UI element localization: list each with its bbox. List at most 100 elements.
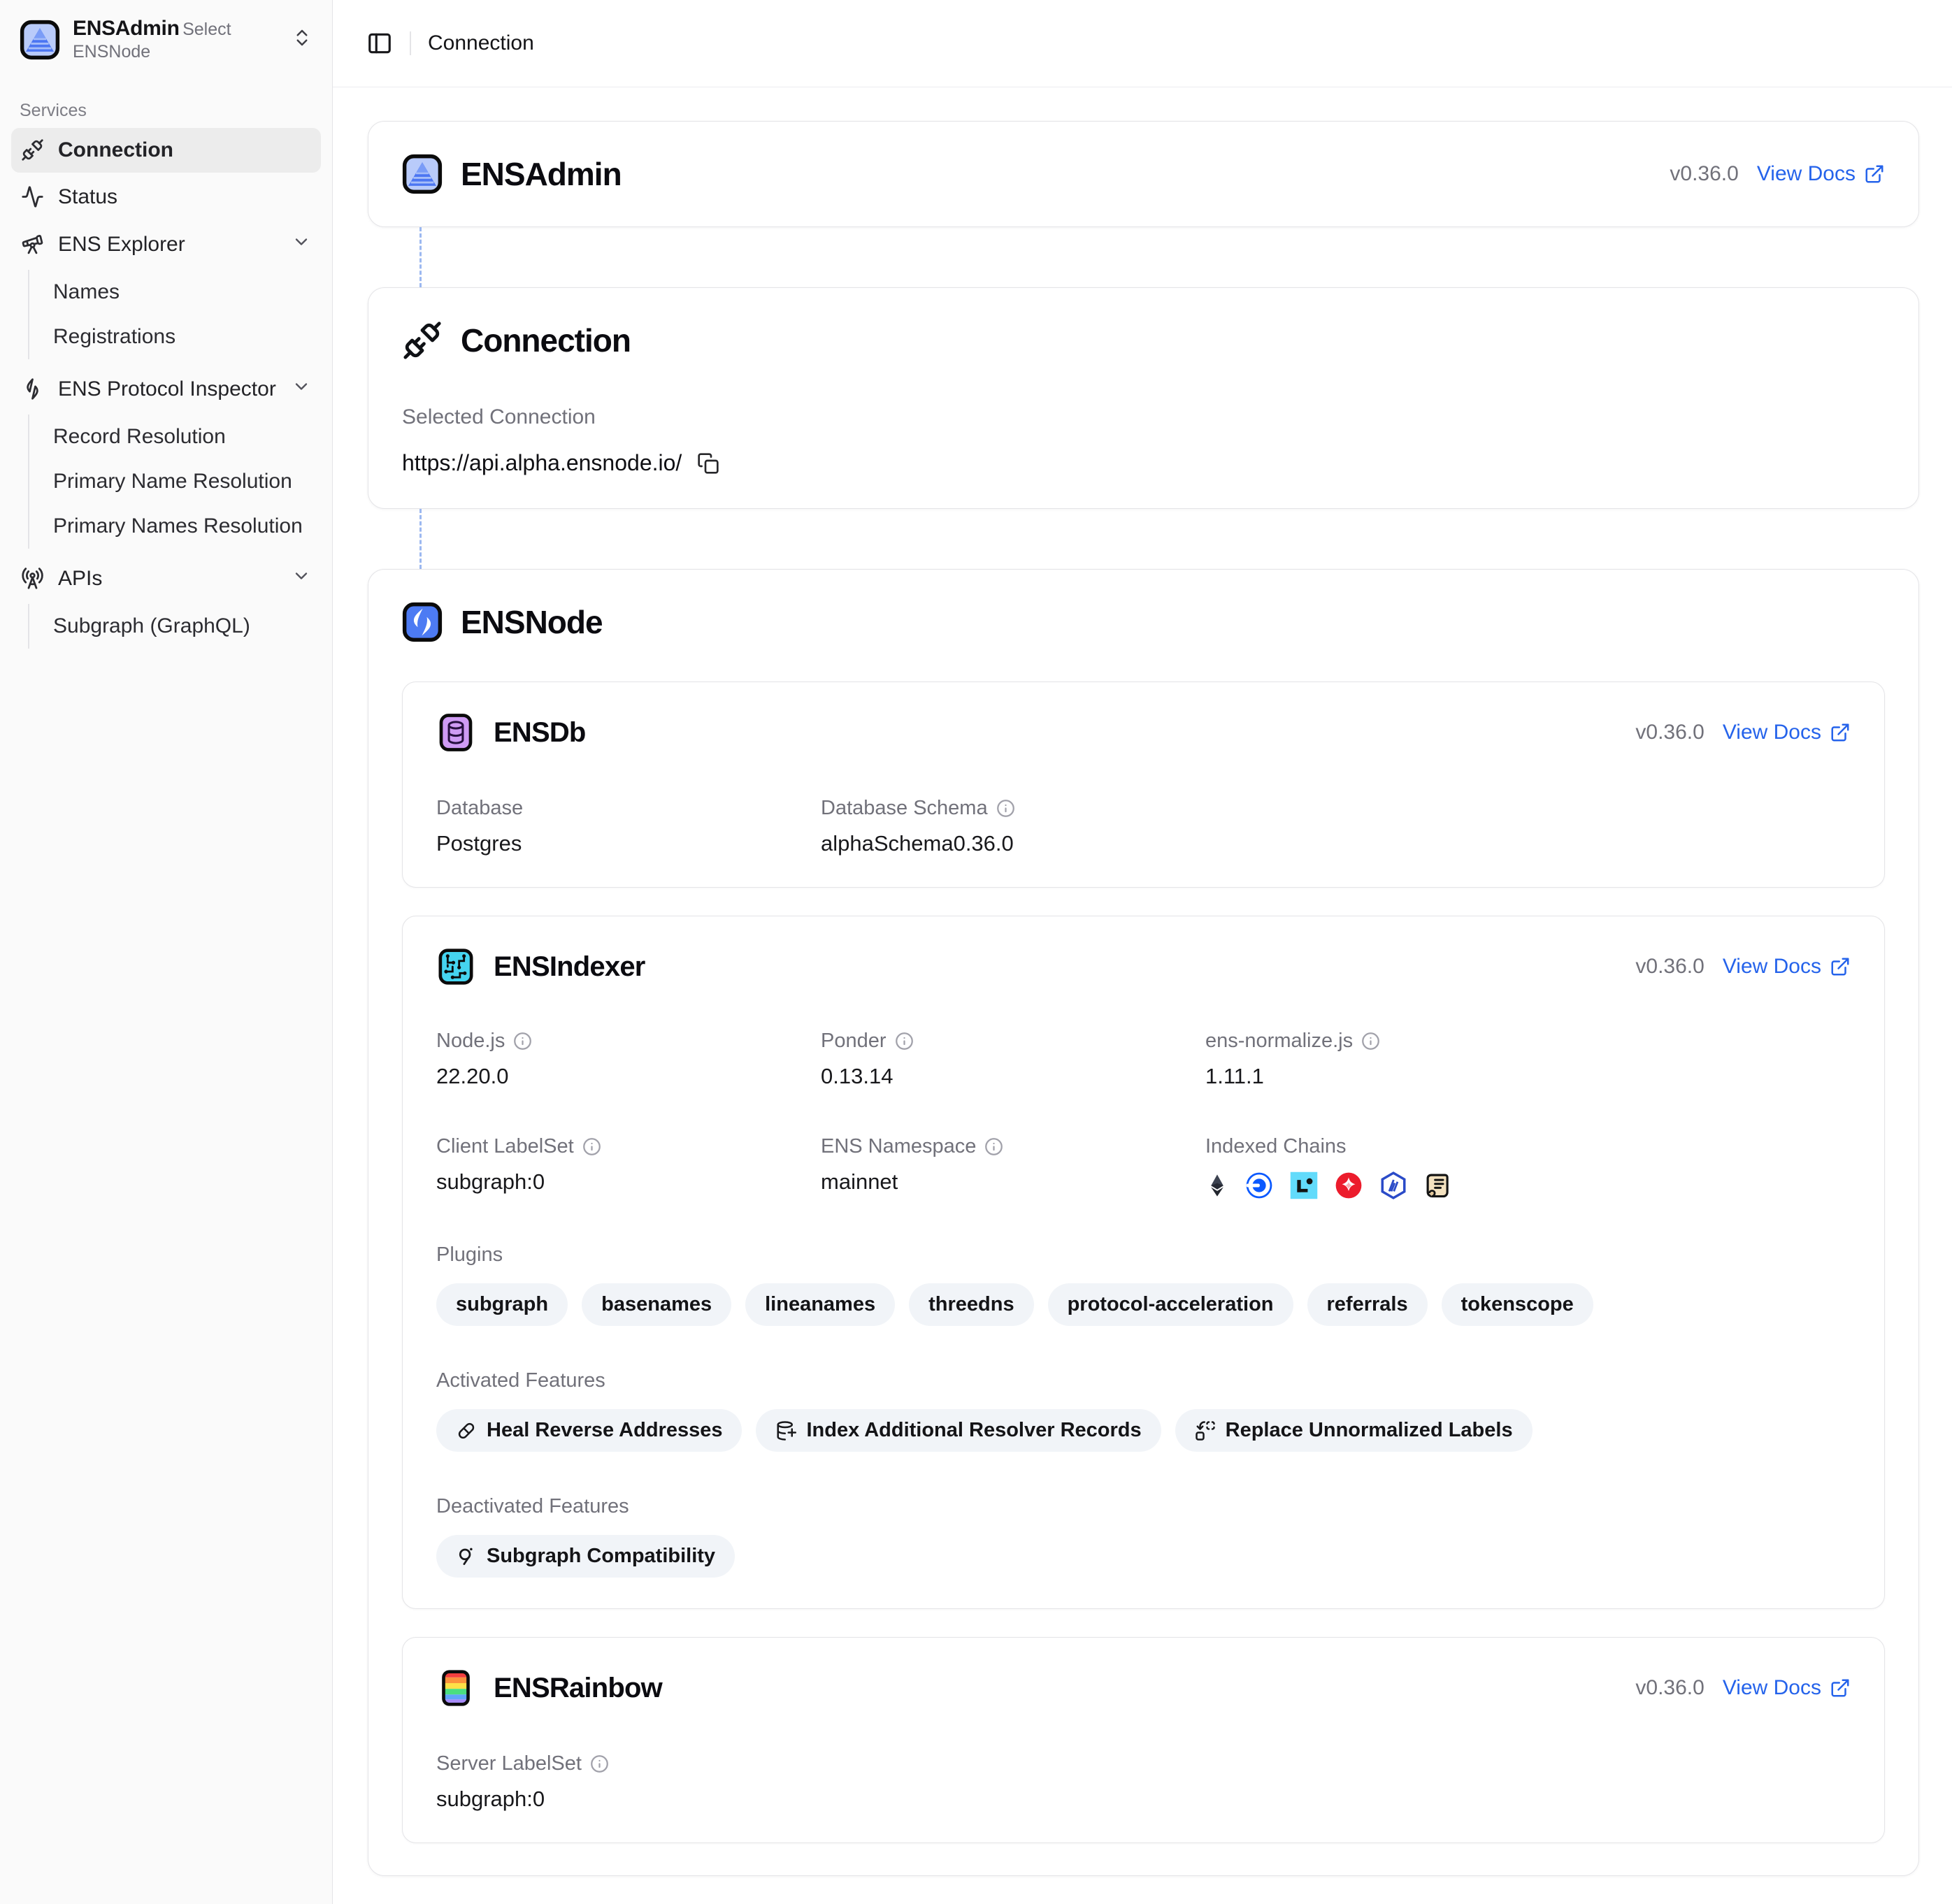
sidebar-item-ens-protocol-inspector[interactable]: ENS Protocol Inspector [11, 366, 321, 412]
field-label: ENS Namespace [821, 1135, 976, 1158]
sidebar: ENSAdmin Select ENSNode Services Connect… [0, 0, 333, 1904]
card-title: Connection [461, 322, 631, 359]
sidebar-item-label: ENS Explorer [58, 233, 185, 257]
version-badge: v0.36.0 [1670, 162, 1738, 186]
telescope-icon [21, 233, 44, 256]
plugin-badge: lineanames [745, 1283, 895, 1326]
info-icon[interactable] [984, 1137, 1003, 1156]
sidebar-item-primary-name-resolution[interactable]: Primary Name Resolution [43, 459, 321, 504]
sidebar-item-record-resolution[interactable]: Record Resolution [43, 414, 321, 459]
info-icon[interactable] [996, 799, 1015, 818]
field-value: subgraph:0 [436, 1169, 821, 1195]
card-title: ENSAdmin [461, 155, 622, 193]
sidebar-item-status[interactable]: Status [11, 175, 321, 219]
info-icon[interactable] [582, 1137, 601, 1156]
card-title: ENSRainbow [494, 1673, 662, 1704]
info-icon[interactable] [590, 1754, 609, 1773]
external-link-icon [1830, 722, 1851, 743]
app-name: ENSAdmin [73, 17, 180, 40]
activated-features-row: Heal Reverse Addresses Index Additional … [436, 1409, 1851, 1452]
view-docs-link[interactable]: View Docs [1757, 162, 1885, 186]
sidebar-item-apis[interactable]: APIs [11, 556, 321, 602]
plugin-badge: tokenscope [1442, 1283, 1593, 1326]
plugins-row: subgraph basenames lineanames threedns p… [436, 1283, 1851, 1326]
field-label: ens-normalize.js [1205, 1030, 1353, 1053]
replace-icon [1195, 1420, 1216, 1441]
plugins-label: Plugins [436, 1243, 1851, 1267]
info-icon[interactable] [513, 1032, 532, 1051]
field-label: Node.js [436, 1030, 505, 1053]
sidebar-item-registrations[interactable]: Registrations [43, 315, 321, 359]
feature-badge: Index Additional Resolver Records [756, 1409, 1161, 1452]
topbar-divider [410, 31, 411, 55]
version-badge: v0.36.0 [1635, 721, 1704, 744]
ensrainbow-logo-icon [436, 1668, 475, 1708]
base-chain-icon [1244, 1171, 1274, 1200]
app-root: ENSAdmin Select ENSNode Services Connect… [0, 0, 1952, 1904]
unplug-icon [402, 320, 443, 361]
ensindexer-logo-icon [436, 947, 475, 986]
bandage-icon [456, 1420, 477, 1441]
sidebar-item-names[interactable]: Names [43, 270, 321, 315]
sidebar-item-label: Status [58, 185, 117, 209]
info-icon[interactable] [1361, 1032, 1380, 1051]
feature-badge: Subgraph Compatibility [436, 1535, 735, 1578]
sidebar-item-subgraph-graphql[interactable]: Subgraph (GraphQL) [43, 604, 321, 649]
ensnode-logo-icon [402, 602, 443, 642]
sidebar-item-label: ENS Protocol Inspector [58, 377, 276, 401]
view-docs-link[interactable]: View Docs [1723, 721, 1851, 744]
ensnode-card: ENSNode ENSDb v0.36.0 View Docs [368, 569, 1919, 1876]
ensdb-logo-icon [436, 713, 475, 752]
optimism-chain-icon [1334, 1171, 1363, 1200]
indexed-chains-row [1205, 1171, 1851, 1200]
scroll-chain-icon [1423, 1171, 1453, 1200]
view-docs-label: View Docs [1723, 721, 1821, 744]
radio-tower-icon [21, 567, 44, 590]
feature-badge-label: Replace Unnormalized Labels [1226, 1419, 1513, 1442]
plugin-badge: protocol-acceleration [1048, 1283, 1293, 1326]
feature-badge-label: Subgraph Compatibility [487, 1545, 715, 1568]
ensnode-selector[interactable]: ENSAdmin Select ENSNode [11, 10, 321, 70]
chevron-down-icon [292, 232, 311, 257]
sidebar-section-label: Services [20, 101, 313, 121]
view-docs-link[interactable]: View Docs [1723, 955, 1851, 979]
activity-icon [21, 185, 44, 208]
field-server-labelset: Server LabelSet subgraph:0 [436, 1752, 821, 1812]
graph-icon [456, 1546, 477, 1567]
ens-explorer-children: Names Registrations [28, 270, 321, 359]
external-link-icon [1830, 956, 1851, 977]
external-link-icon [1830, 1678, 1851, 1699]
field-client-labelset: Client LabelSet subgraph:0 [436, 1135, 821, 1200]
chevron-down-icon [292, 566, 311, 591]
sidebar-item-primary-names-resolution[interactable]: Primary Names Resolution [43, 504, 321, 549]
plugin-badge: referrals [1307, 1283, 1428, 1326]
sidebar-item-label: APIs [58, 567, 102, 591]
sidebar-item-ens-explorer[interactable]: ENS Explorer [11, 222, 321, 268]
arbitrum-chain-icon [1379, 1171, 1408, 1200]
apis-children: Subgraph (GraphQL) [28, 604, 321, 649]
field-ens-normalize: ens-normalize.js 1.11.1 [1205, 1030, 1851, 1089]
field-value: 1.11.1 [1205, 1064, 1851, 1089]
field-ens-namespace: ENS Namespace mainnet [821, 1135, 1205, 1200]
breadcrumb: Connection [428, 31, 534, 55]
field-value: Postgres [436, 831, 821, 856]
connection-url: https://api.alpha.ensnode.io/ [402, 450, 682, 476]
sidebar-app-titles: ENSAdmin Select ENSNode [73, 17, 279, 63]
info-icon[interactable] [895, 1032, 914, 1051]
database-plus-icon [775, 1420, 796, 1441]
field-database: Database Postgres [436, 797, 821, 856]
sidebar-item-connection[interactable]: Connection [11, 128, 321, 173]
ethereum-chain-icon [1205, 1171, 1229, 1200]
field-value: mainnet [821, 1169, 1205, 1195]
topbar: Connection [333, 0, 1952, 87]
view-docs-link[interactable]: View Docs [1723, 1676, 1851, 1700]
field-indexed-chains: Indexed Chains [1205, 1135, 1851, 1200]
field-nodejs: Node.js 22.20.0 [436, 1030, 821, 1089]
field-ponder: Ponder 0.13.14 [821, 1030, 1205, 1089]
copy-icon[interactable] [697, 452, 719, 475]
view-docs-label: View Docs [1757, 162, 1856, 186]
field-label: Database [436, 797, 523, 820]
view-docs-label: View Docs [1723, 955, 1821, 979]
version-badge: v0.36.0 [1635, 1676, 1704, 1700]
sidebar-toggle-button[interactable] [366, 30, 393, 57]
